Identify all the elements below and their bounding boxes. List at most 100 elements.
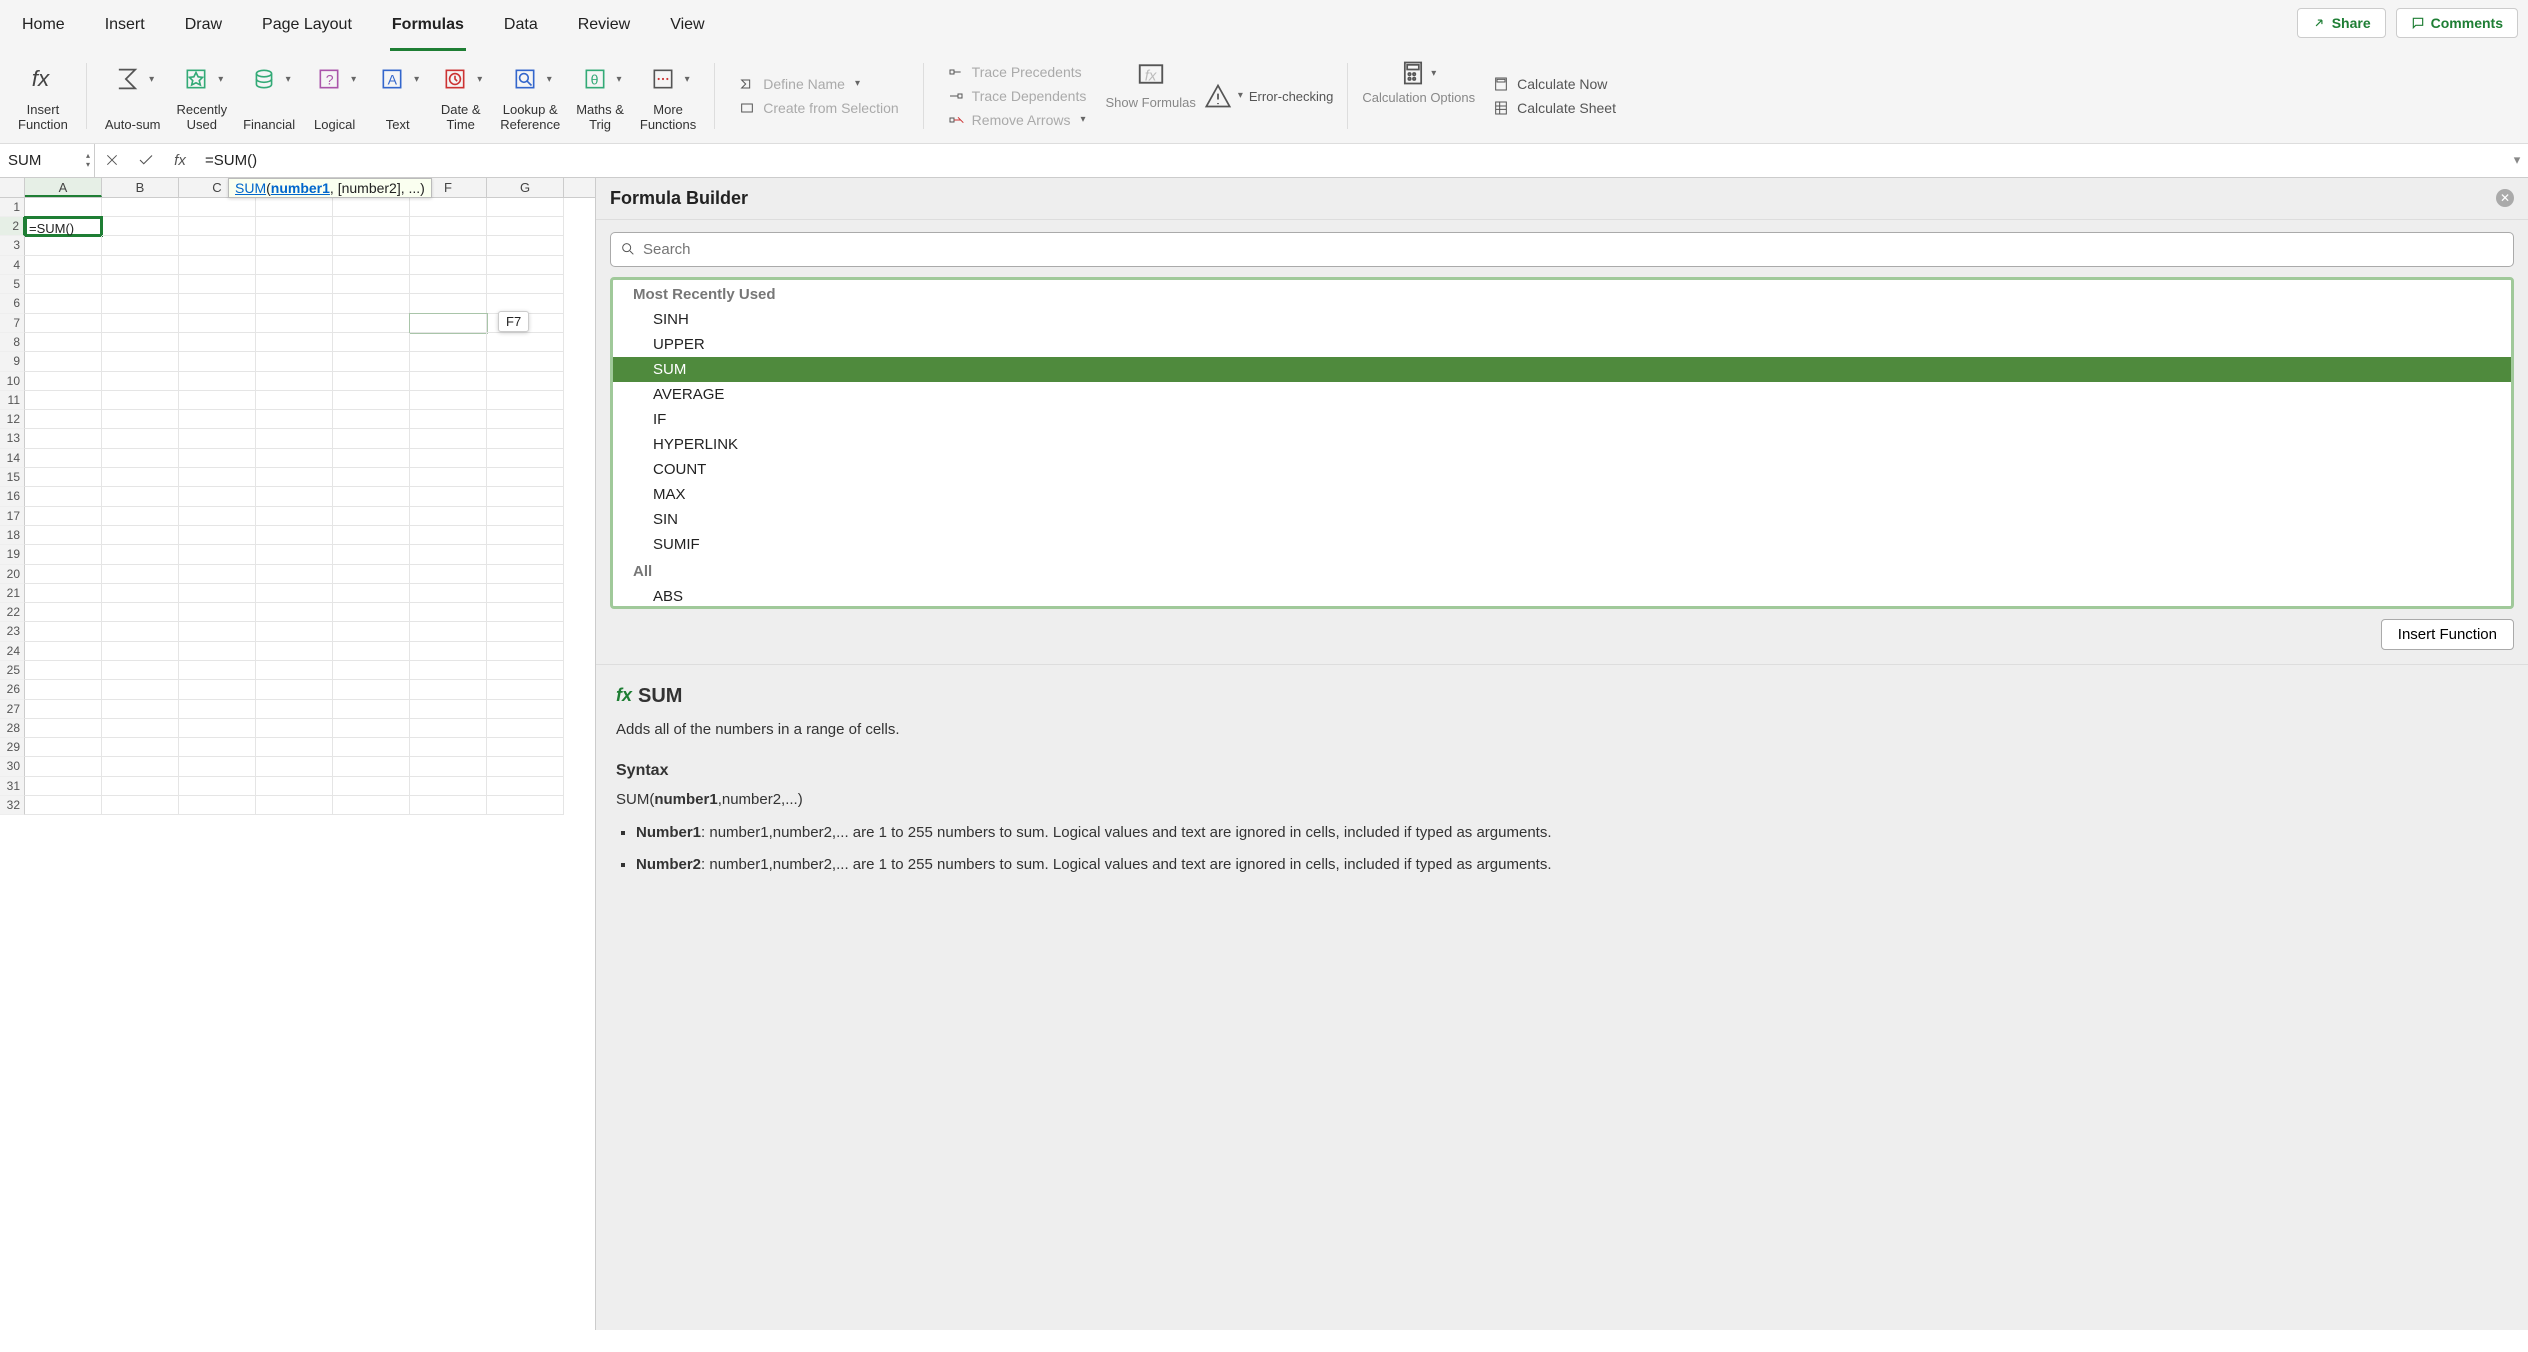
cell[interactable] xyxy=(487,217,564,236)
cell[interactable] xyxy=(487,236,564,255)
cell[interactable] xyxy=(410,661,487,680)
cell[interactable] xyxy=(410,275,487,294)
more-functions-button[interactable]: ▾ More Functions xyxy=(636,59,700,133)
cell[interactable] xyxy=(256,294,333,313)
cell[interactable] xyxy=(179,198,256,217)
row-header[interactable]: 22 xyxy=(0,603,25,622)
cell[interactable] xyxy=(179,487,256,506)
cell[interactable] xyxy=(25,680,102,699)
spreadsheet-grid[interactable]: ABCDEFG 12=SUM()345678910111213141516171… xyxy=(0,178,595,1330)
cell[interactable] xyxy=(25,796,102,815)
cell[interactable] xyxy=(487,526,564,545)
logical-button[interactable]: ?▾ Logical xyxy=(307,59,362,133)
function-item[interactable]: HYPERLINK xyxy=(613,432,2511,457)
cell[interactable] xyxy=(410,680,487,699)
tab-formulas[interactable]: Formulas xyxy=(390,10,466,51)
function-item[interactable]: AVERAGE xyxy=(613,382,2511,407)
cell[interactable] xyxy=(25,545,102,564)
cell[interactable] xyxy=(102,410,179,429)
cell[interactable] xyxy=(256,661,333,680)
formula-input[interactable]: =SUM() xyxy=(197,152,2506,169)
cell[interactable] xyxy=(410,372,487,391)
cell[interactable] xyxy=(487,777,564,796)
row-header[interactable]: 29 xyxy=(0,738,25,757)
column-header[interactable]: A xyxy=(25,178,102,197)
cell[interactable] xyxy=(410,584,487,603)
function-item[interactable]: COUNT xyxy=(613,457,2511,482)
function-item[interactable]: ABS xyxy=(613,584,2511,609)
row-header[interactable]: 11 xyxy=(0,391,25,410)
cell[interactable] xyxy=(333,275,410,294)
cell[interactable] xyxy=(333,236,410,255)
tab-view[interactable]: View xyxy=(668,10,706,51)
cell[interactable] xyxy=(179,333,256,352)
cell[interactable] xyxy=(102,584,179,603)
row-header[interactable]: 15 xyxy=(0,468,25,487)
cell[interactable] xyxy=(410,391,487,410)
cell[interactable] xyxy=(410,719,487,738)
row-header[interactable]: 6 xyxy=(0,294,25,313)
cell[interactable] xyxy=(333,333,410,352)
cell[interactable] xyxy=(256,526,333,545)
cell[interactable] xyxy=(256,468,333,487)
cell[interactable] xyxy=(25,468,102,487)
cell[interactable] xyxy=(410,256,487,275)
cell[interactable] xyxy=(256,372,333,391)
cell[interactable] xyxy=(25,565,102,584)
cell[interactable] xyxy=(410,796,487,815)
cell[interactable] xyxy=(256,352,333,371)
cell[interactable] xyxy=(179,294,256,313)
comments-button[interactable]: Comments xyxy=(2396,8,2518,38)
chevron-down-icon[interactable]: ▾ xyxy=(147,74,156,85)
row-header[interactable]: 13 xyxy=(0,429,25,448)
cell[interactable] xyxy=(256,680,333,699)
cell[interactable] xyxy=(179,449,256,468)
cell[interactable] xyxy=(102,738,179,757)
cell[interactable] xyxy=(102,545,179,564)
cell[interactable] xyxy=(410,642,487,661)
cell[interactable] xyxy=(25,642,102,661)
cell[interactable] xyxy=(25,507,102,526)
column-header[interactable]: B xyxy=(102,178,179,197)
cell[interactable] xyxy=(487,680,564,699)
cell[interactable] xyxy=(179,468,256,487)
cell[interactable] xyxy=(25,429,102,448)
cell[interactable] xyxy=(256,410,333,429)
row-header[interactable]: 27 xyxy=(0,700,25,719)
cell[interactable] xyxy=(179,391,256,410)
row-header[interactable]: 9 xyxy=(0,352,25,371)
row-header[interactable]: 2 xyxy=(0,217,25,236)
row-header[interactable]: 28 xyxy=(0,719,25,738)
cell[interactable] xyxy=(487,603,564,622)
cell[interactable] xyxy=(410,738,487,757)
function-list[interactable]: Most Recently UsedSINHUPPERSUMAVERAGEIFH… xyxy=(610,277,2514,609)
cell[interactable] xyxy=(256,256,333,275)
cell[interactable] xyxy=(410,294,487,313)
cell[interactable] xyxy=(487,661,564,680)
cell[interactable] xyxy=(256,777,333,796)
cell[interactable] xyxy=(179,796,256,815)
cell[interactable] xyxy=(333,622,410,641)
cell[interactable] xyxy=(25,719,102,738)
cell[interactable] xyxy=(487,352,564,371)
cell[interactable] xyxy=(333,449,410,468)
cell[interactable] xyxy=(256,700,333,719)
cell[interactable] xyxy=(333,757,410,776)
cell[interactable] xyxy=(25,314,102,333)
column-header[interactable]: G xyxy=(487,178,564,197)
cell[interactable] xyxy=(256,275,333,294)
cell[interactable] xyxy=(410,603,487,622)
row-header[interactable]: 8 xyxy=(0,333,25,352)
text-button[interactable]: A▾ Text xyxy=(370,59,425,133)
row-header[interactable]: 4 xyxy=(0,256,25,275)
cell[interactable] xyxy=(410,565,487,584)
cell[interactable] xyxy=(487,545,564,564)
cell[interactable] xyxy=(256,545,333,564)
cancel-formula-button[interactable] xyxy=(95,144,129,177)
cell[interactable] xyxy=(256,584,333,603)
cell[interactable] xyxy=(410,198,487,217)
cell[interactable] xyxy=(179,256,256,275)
error-checking-button[interactable]: ▾ Error-checking xyxy=(1204,59,1334,133)
cell[interactable] xyxy=(410,468,487,487)
cell[interactable] xyxy=(487,449,564,468)
